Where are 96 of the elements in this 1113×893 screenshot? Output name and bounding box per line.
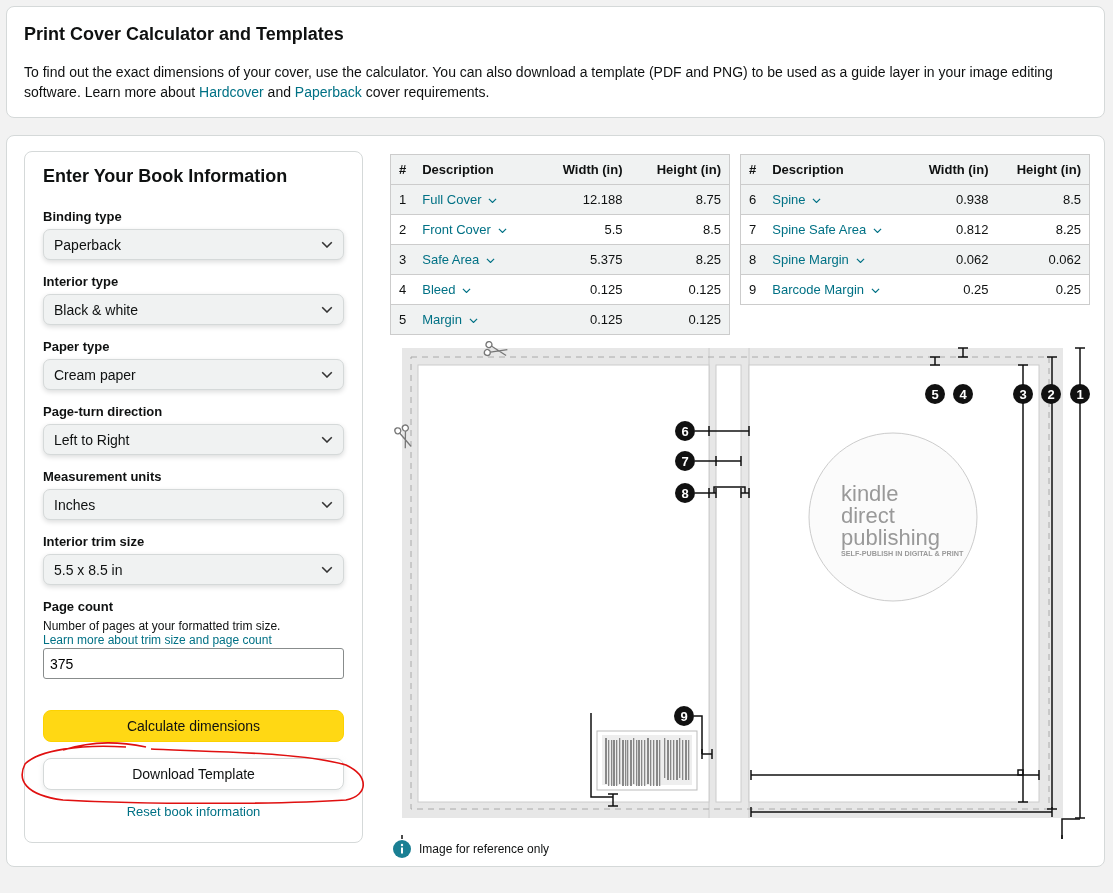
chevron-down-icon (321, 435, 333, 444)
chevron-down-icon (855, 257, 865, 264)
table-cell: 8.25 (630, 244, 730, 275)
table-cell: 8.5 (630, 214, 730, 245)
table-cell: 0.812 (909, 214, 997, 245)
table-cell: 8.5 (996, 184, 1090, 215)
logo-text: publishing (841, 525, 941, 550)
description-link[interactable]: Bleed (422, 282, 456, 297)
description-link[interactable]: Barcode Margin (772, 282, 864, 297)
dropdown[interactable]: Left to Right (43, 424, 344, 455)
number-marker: 7 (675, 451, 695, 471)
chevron-down-icon (873, 227, 883, 234)
table-cell: 5 (390, 304, 415, 335)
description-link[interactable]: Spine (772, 192, 806, 207)
number-marker: 3 (1013, 384, 1033, 404)
number-marker: 1 (1070, 384, 1090, 404)
dropdown[interactable]: Paperback (43, 229, 344, 260)
description-link[interactable]: Front Cover (422, 222, 491, 237)
table-cell: 0.125 (630, 304, 730, 335)
description-link[interactable]: Spine Safe Area (772, 222, 867, 237)
info-icon (393, 840, 411, 858)
table-cell: 5.375 (537, 244, 631, 275)
number-marker: 9 (674, 706, 694, 726)
learn-more-link[interactable]: Learn more about trim size and page count (43, 633, 344, 647)
page-title: Print Cover Calculator and Templates (24, 24, 345, 45)
table-cell: 12.188 (537, 184, 631, 215)
column-header: Height (in) (630, 154, 730, 185)
requirements-link[interactable]: Paperback (294, 84, 362, 100)
field-label: Page count (43, 599, 115, 614)
field-label: Paper type (43, 339, 111, 354)
chevron-down-icon (321, 370, 333, 379)
column-header: Width (in) (909, 154, 997, 185)
field-label: Binding type (43, 209, 123, 224)
scissors-icon (483, 341, 508, 357)
chevron-down-icon (497, 227, 507, 234)
number-marker: 5 (925, 384, 945, 404)
chevron-down-icon (812, 197, 822, 204)
chevron-down-icon (871, 287, 880, 294)
chevron-down-icon (486, 257, 496, 264)
column-header: Width (in) (537, 154, 631, 185)
requirements-link[interactable]: Hardcover (199, 84, 264, 100)
reset-link[interactable]: Reset book information (126, 804, 261, 819)
chevron-down-icon (462, 287, 472, 294)
download-button[interactable]: Download Template (43, 758, 344, 790)
column-header: # (390, 154, 415, 185)
column-header: Height (in) (996, 154, 1090, 185)
table-cell: 9 (740, 274, 765, 305)
table-cell: 0.25 (996, 274, 1090, 305)
dropdown[interactable]: 5.5 x 8.5 in (43, 554, 344, 585)
chevron-down-icon (321, 565, 333, 574)
table-cell: 1 (390, 184, 415, 215)
number-marker: 8 (675, 483, 695, 503)
page-count-field[interactable]: 375 (43, 648, 344, 679)
description-text: To find out the exact dimensions of your cover, use the calculator. You can also download a template (PDF and PNG) to be used as a guide layer in your image editing software. Learn more about Hardcover and Paperback cover requirements. (24, 63, 1054, 102)
dropdown[interactable]: Inches (43, 489, 344, 520)
chevron-down-icon (321, 305, 333, 314)
number-marker: 4 (953, 384, 973, 404)
caption-text: Image for reference only (419, 842, 550, 856)
chevron-down-icon (321, 240, 333, 249)
form-title: Enter Your Book Information (43, 166, 289, 187)
table-cell: 8.75 (630, 184, 730, 215)
table-cell: 4 (390, 274, 415, 305)
chevron-down-icon (488, 197, 498, 204)
number-marker: 2 (1041, 384, 1061, 404)
table-cell: 7 (740, 214, 765, 245)
table-cell: 8.25 (996, 214, 1090, 245)
table-cell: 0.125 (630, 274, 730, 305)
table-cell: 0.125 (537, 304, 631, 335)
dropdown[interactable]: Black & white (43, 294, 344, 325)
column-header: Description (414, 154, 538, 185)
field-hint: Number of pages at your formatted trim size. (43, 619, 282, 633)
table-cell: 3 (390, 244, 415, 275)
field-label: Interior trim size (43, 534, 146, 549)
field-label: Interior type (43, 274, 120, 289)
table-cell: 0.25 (909, 274, 997, 305)
calculate-button[interactable]: Calculate dimensions (43, 710, 344, 742)
scissors-icon (394, 424, 412, 449)
column-header: Description (764, 154, 910, 185)
logo-text: direct (841, 503, 895, 528)
table-cell: 0.062 (909, 244, 997, 275)
table-cell: 8 (740, 244, 765, 275)
field-label: Measurement units (43, 469, 163, 484)
table-cell: 0.938 (909, 184, 997, 215)
chevron-down-icon (469, 317, 478, 324)
dropdown[interactable]: Cream paper (43, 359, 344, 390)
table-cell: 5.5 (537, 214, 631, 245)
table-cell: 2 (390, 214, 415, 245)
number-marker: 6 (675, 421, 695, 441)
chevron-down-icon (321, 500, 333, 509)
logo-text: kindle (841, 481, 899, 506)
column-header: # (740, 154, 765, 185)
description-link[interactable]: Margin (422, 312, 462, 327)
table-cell: 6 (740, 184, 765, 215)
field-label: Page-turn direction (43, 404, 164, 419)
table-cell: 0.062 (996, 244, 1090, 275)
table-cell: 0.125 (537, 274, 631, 305)
